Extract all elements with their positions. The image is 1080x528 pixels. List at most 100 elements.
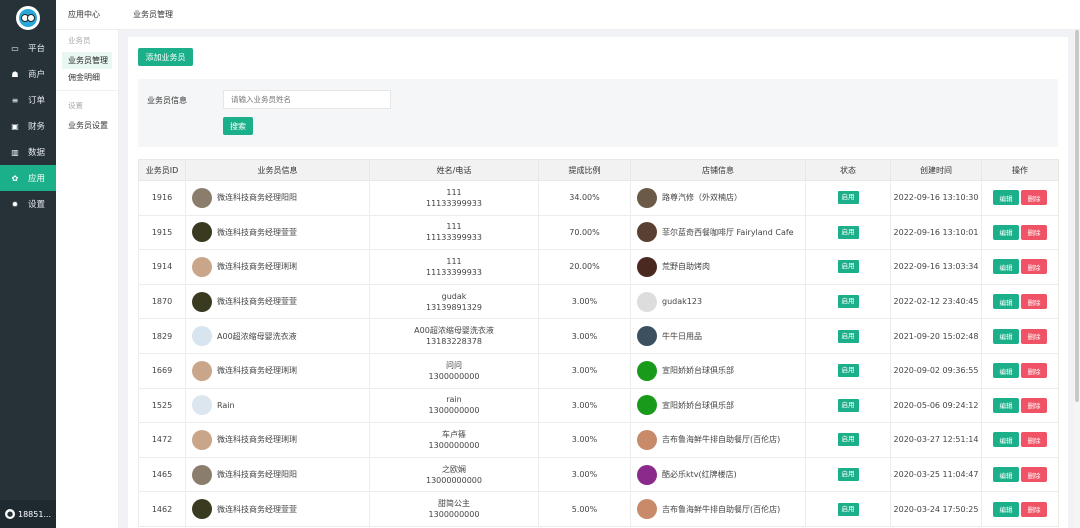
edit-button[interactable]: 编辑 [993, 328, 1019, 344]
status-badge[interactable]: 启用 [837, 433, 859, 447]
shop-avatar [637, 222, 657, 243]
status-badge[interactable]: 启用 [837, 398, 859, 412]
salesman-name-input[interactable] [223, 90, 391, 109]
submenu-item-salesman-management[interactable]: 业务员管理 [62, 52, 112, 69]
status-badge[interactable]: 启用 [837, 468, 859, 482]
cell-shop-info: 宣阳娇娇台球俱乐部 [630, 352, 806, 389]
cell-name-phone: 之欧娴 13000000000 [369, 456, 539, 493]
delete-button[interactable]: 删除 [1021, 328, 1047, 344]
header-commission-rate[interactable]: 提成比例 [538, 159, 631, 181]
salesman-phone: 11133399933 [426, 233, 482, 243]
salesman-avatar [192, 360, 212, 381]
submenu-item-commission-detail[interactable]: 佣金明细 [62, 69, 112, 86]
submenu-divider [56, 90, 118, 91]
status-badge[interactable]: 启用 [837, 225, 859, 239]
cell-status: 启用 [805, 318, 891, 354]
cell-salesman-info: 微连科技商务经理萱萱 [185, 214, 370, 251]
edit-button[interactable]: 编辑 [993, 397, 1019, 413]
sidebar-item-list[interactable]: ≡ 订单 [0, 87, 56, 113]
sidebar-item-money[interactable]: ▣ 财务 [0, 113, 56, 139]
shop-name: 菲尔蓝奇西餐咖啡厅 Fairyland Cafe [662, 227, 794, 237]
cell-salesman-info: 微连科技商务经理萱萱 [185, 491, 370, 527]
main-panel: 添加业务员 业务员信息 搜索 业务员ID 业务员信息 姓名/电话 提成比例 店铺… [128, 37, 1068, 528]
edit-button[interactable]: 编辑 [993, 467, 1019, 483]
sidebar-item-apps[interactable]: ✿ 应用 [0, 165, 56, 191]
cell-status: 启用 [805, 456, 891, 493]
shop-name: 吉布鲁海鲜牛排自助餐厅(百伦店) [662, 504, 781, 514]
cell-shop-info: 牛牛日用品 [630, 318, 806, 354]
breadcrumb-app-center[interactable]: 应用中心 [56, 9, 121, 20]
table-row: 1916 微连科技商务经理阳阳 111 11133399933 34.00% 路尊汽修（外… [138, 180, 1059, 216]
status-badge[interactable]: 启用 [837, 329, 859, 343]
salesman-phone: 1300000000 [428, 440, 480, 450]
edit-button[interactable]: 编辑 [993, 259, 1019, 275]
cell-commission-rate: 3.00% [538, 456, 631, 493]
cell-status: 启用 [805, 283, 891, 320]
delete-button[interactable]: 删除 [1021, 501, 1047, 517]
search-button[interactable]: 搜索 [223, 117, 253, 135]
shop-avatar [637, 499, 657, 520]
status-badge[interactable]: 启用 [837, 295, 859, 309]
delete-button[interactable]: 删除 [1021, 363, 1047, 379]
status-badge[interactable]: 启用 [837, 260, 859, 274]
app-logo[interactable] [16, 6, 40, 30]
salesman-avatar [192, 464, 212, 485]
cell-id: 1472 [138, 422, 186, 458]
cell-name-phone: 111 11133399933 [369, 249, 539, 285]
delete-button[interactable]: 删除 [1021, 432, 1047, 448]
shop-avatar [637, 256, 657, 277]
header-name-phone[interactable]: 姓名/电话 [369, 159, 539, 181]
edit-button[interactable]: 编辑 [993, 363, 1019, 379]
status-badge[interactable]: 启用 [837, 502, 859, 516]
header-created-time[interactable]: 创建时间 [890, 159, 982, 181]
header-id[interactable]: 业务员ID [138, 159, 186, 181]
cell-created-time: 2022-09-16 13:10:30 [890, 180, 982, 216]
status-badge[interactable]: 启用 [837, 364, 859, 378]
header-status[interactable]: 状态 [805, 159, 891, 181]
shop-avatar [637, 291, 657, 312]
edit-button[interactable]: 编辑 [993, 294, 1019, 310]
cell-id: 1915 [138, 214, 186, 251]
add-salesman-button[interactable]: 添加业务员 [138, 48, 193, 66]
status-badge[interactable]: 启用 [837, 191, 859, 205]
cell-shop-info: 菲尔蓝奇西餐咖啡厅 Fairyland Cafe [630, 214, 806, 251]
sub-menu: 业务员 业务员管理 佣金明细 设置 业务员设置 [56, 30, 119, 528]
breadcrumb-salesman-management[interactable]: 业务员管理 [121, 9, 173, 20]
cell-commission-rate: 5.00% [538, 491, 631, 527]
delete-button[interactable]: 删除 [1021, 190, 1047, 206]
cell-status: 启用 [805, 180, 891, 216]
submenu-item-salesman-settings[interactable]: 业务员设置 [62, 117, 112, 134]
table-row: 1914 微连科技商务经理琍琍 111 11133399933 20.00% 荒野自助烤肉… [138, 249, 1059, 285]
delete-button[interactable]: 删除 [1021, 397, 1047, 413]
delete-button[interactable]: 删除 [1021, 467, 1047, 483]
sidebar-item-chart[interactable]: ▥ 数据 [0, 139, 56, 165]
delete-button[interactable]: 删除 [1021, 259, 1047, 275]
delete-button[interactable]: 删除 [1021, 294, 1047, 310]
page-scrollbar[interactable] [1074, 30, 1080, 528]
cell-salesman-info: 微连科技商务经理阳阳 [185, 180, 370, 216]
delete-button[interactable]: 删除 [1021, 224, 1047, 240]
header-salesman-info[interactable]: 业务员信息 [185, 159, 370, 181]
user-account[interactable]: ● 18851... [0, 500, 56, 528]
edit-button[interactable]: 编辑 [993, 224, 1019, 240]
header-shop-info[interactable]: 店铺信息 [630, 159, 806, 181]
sidebar-item-users[interactable]: ☗ 商户 [0, 61, 56, 87]
table-row: 1669 微连科技商务经理琍琍 问问 1300000000 3.00% 宣阳娇娇台球俱乐部… [138, 352, 1059, 389]
edit-button[interactable]: 编辑 [993, 501, 1019, 517]
cell-actions: 编辑 删除 [981, 180, 1059, 216]
edit-button[interactable]: 编辑 [993, 190, 1019, 206]
salesman-avatar [192, 187, 212, 208]
cell-id: 1525 [138, 387, 186, 424]
sidebar-item-monitor[interactable]: ▭ 平台 [0, 35, 56, 61]
salesman-phone: 1300000000 [428, 371, 480, 381]
edit-button[interactable]: 编辑 [993, 432, 1019, 448]
cell-name-phone: 车卢篠 1300000000 [369, 422, 539, 458]
table-row: 1465 微连科技商务经理阳阳 之欧娴 13000000000 3.00% 酷必乐ktv(… [138, 456, 1059, 493]
cell-created-time: 2022-09-16 13:03:34 [890, 249, 982, 285]
filter-label: 业务员信息 [147, 96, 187, 105]
salesman-info-text: Rain [217, 400, 235, 410]
header-actions: 操作 [981, 159, 1059, 181]
filter-panel: 业务员信息 搜索 [138, 79, 1058, 147]
scrollbar-thumb[interactable] [1075, 30, 1079, 402]
sidebar-item-gear[interactable]: ✹ 设置 [0, 191, 56, 217]
